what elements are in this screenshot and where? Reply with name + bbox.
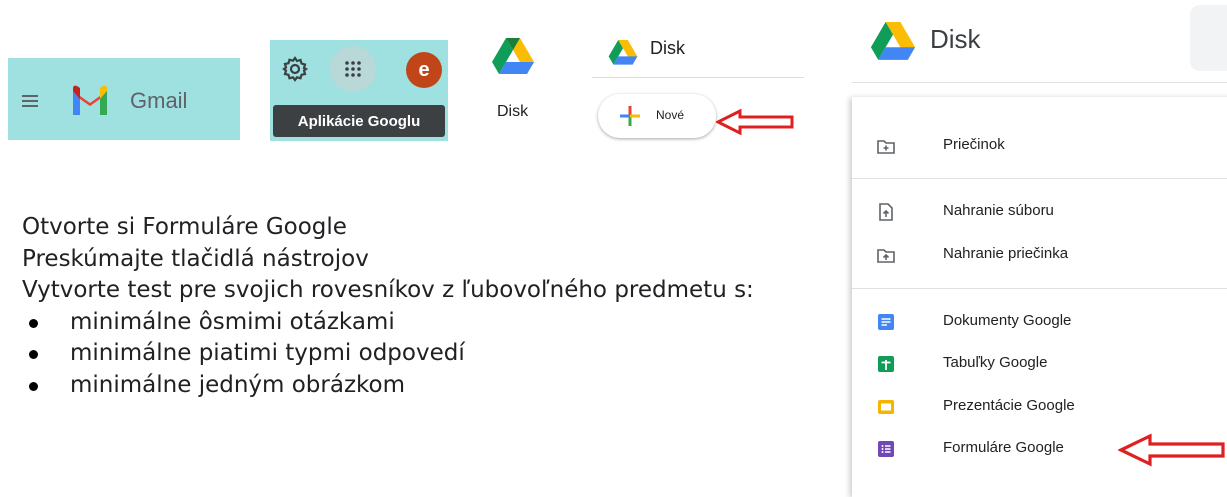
- requirements-list: minimálne ôsmimi otázkami minimálne piat…: [22, 307, 842, 402]
- hamburger-menu-icon[interactable]: [22, 95, 38, 107]
- gmail-title: Gmail: [130, 88, 188, 113]
- menu-item-label: Tabuľky Google: [943, 354, 1048, 371]
- divider: [852, 288, 1227, 289]
- new-button[interactable]: Nové: [598, 94, 716, 138]
- menu-item-label: Nahranie súboru: [943, 202, 1054, 219]
- menu-item-folder[interactable]: Priečinok: [852, 128, 1227, 164]
- new-button-label: Nové: [656, 108, 685, 122]
- drive-title: Disk: [930, 24, 981, 54]
- folder-upload-icon: [877, 249, 895, 263]
- menu-item-label: Nahranie priečinka: [943, 245, 1069, 262]
- menu-item-folder-upload[interactable]: Nahranie priečinka: [852, 237, 1227, 273]
- list-item: minimálne jedným obrázkom: [22, 370, 842, 402]
- search-input[interactable]: [1190, 5, 1227, 71]
- google-slides-icon: [878, 400, 894, 414]
- file-upload-icon: [879, 203, 893, 221]
- menu-item-google-sheets[interactable]: Tabuľky Google: [852, 346, 1227, 382]
- google-forms-icon: [878, 441, 894, 457]
- menu-item-google-slides[interactable]: Prezentácie Google: [852, 389, 1227, 425]
- instruction-line: Preskúmajte tlačidlá nástrojov: [22, 245, 369, 272]
- list-item: minimálne ôsmimi otázkami: [22, 307, 842, 339]
- google-drive-icon[interactable]: [492, 38, 534, 76]
- gear-icon[interactable]: [282, 56, 308, 82]
- divider: [852, 178, 1227, 179]
- menu-item-label: Prezentácie Google: [943, 397, 1075, 414]
- apps-tooltip: Aplikácie Googlu: [273, 105, 445, 137]
- annotation-arrow-icon: [716, 109, 794, 135]
- drive-title-small: Disk: [650, 38, 685, 58]
- drive-icon-label: Disk: [497, 103, 529, 120]
- instruction-line: Vytvorte test pre svojich rovesníkov z ľ…: [22, 277, 754, 303]
- menu-item-file-upload[interactable]: Nahranie súboru: [852, 194, 1227, 230]
- gmail-logo-icon[interactable]: [70, 84, 110, 116]
- menu-item-label: Formuláre Google: [943, 439, 1064, 456]
- list-item: minimálne piatimi typmi odpovedí: [22, 338, 842, 370]
- instructions-text: Otvorte si Formuláre Google Preskúmajte …: [22, 212, 842, 401]
- divider: [852, 82, 1227, 83]
- menu-item-label: Priečinok: [943, 136, 1005, 153]
- apps-grid-icon: [345, 61, 361, 77]
- instruction-line: Otvorte si Formuláre Google: [22, 214, 347, 240]
- menu-item-label: Dokumenty Google: [943, 312, 1072, 329]
- drive-logo-icon: [870, 22, 916, 60]
- google-sheets-icon: [878, 356, 894, 372]
- google-apps-crop: e Aplikácie Googlu: [270, 40, 448, 141]
- account-avatar[interactable]: e: [406, 52, 442, 88]
- plus-icon: [620, 106, 640, 126]
- divider: [592, 77, 804, 78]
- google-docs-icon: [878, 314, 894, 330]
- drive-logo-icon: [608, 40, 638, 65]
- new-folder-icon: [877, 140, 895, 154]
- gmail-header-crop: Gmail: [8, 58, 240, 140]
- annotation-arrow-icon: [1118, 433, 1225, 467]
- menu-item-google-docs[interactable]: Dokumenty Google: [852, 304, 1227, 340]
